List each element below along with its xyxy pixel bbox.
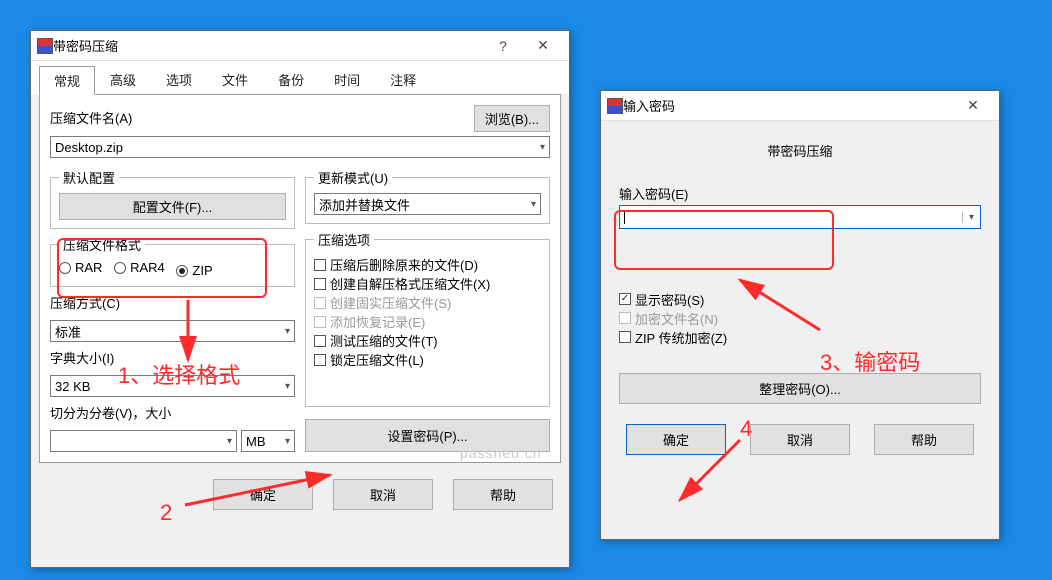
close-button[interactable]: ✕ (523, 32, 563, 60)
opt-test[interactable]: 测试压缩的文件(T) (314, 331, 438, 350)
zip-legacy-check[interactable]: ZIP 传统加密(Z) (619, 328, 727, 347)
dict-select[interactable]: 32 KB▾ (50, 375, 295, 397)
radio-zip[interactable]: ZIP (176, 263, 212, 278)
update-mode-legend: 更新模式(U) (314, 168, 392, 187)
method-label: 压缩方式(C) (50, 293, 295, 312)
compress-options-legend: 压缩选项 (314, 230, 374, 249)
organize-passwords-button[interactable]: 整理密码(O)... (619, 373, 981, 404)
split-unit-select[interactable]: MB▾ (241, 430, 295, 452)
chevron-down-icon: ▾ (531, 199, 536, 210)
profiles-button[interactable]: 配置文件(F)... (59, 193, 286, 220)
browse-button[interactable]: 浏览(B)... (474, 105, 550, 132)
dialog-footer: 确定 取消 帮助 (31, 471, 569, 522)
window-title: 输入密码 (623, 96, 953, 115)
tab-files[interactable]: 文件 (207, 65, 263, 94)
window-title: 带密码压缩 (53, 36, 483, 55)
titlebar: 输入密码 ✕ (601, 91, 999, 121)
opt-delete-after[interactable]: 压缩后删除原来的文件(D) (314, 255, 478, 274)
help-button[interactable]: ? (483, 32, 523, 60)
default-config-group: 默认配置 配置文件(F)... (50, 168, 295, 229)
chevron-down-icon: ▾ (540, 142, 545, 153)
opt-recovery: 添加恢复记录(E) (314, 312, 425, 331)
help-button-footer[interactable]: 帮助 (453, 479, 553, 510)
default-config-legend: 默认配置 (59, 168, 119, 187)
tab-backup[interactable]: 备份 (263, 65, 319, 94)
archive-name-input[interactable]: Desktop.zip ▾ (50, 136, 550, 158)
tab-body: 压缩文件名(A) 浏览(B)... Desktop.zip ▾ 默认配置 配置文… (39, 94, 561, 463)
show-password-check[interactable]: 显示密码(S) (619, 290, 704, 309)
encrypt-names-check: 加密文件名(N) (619, 309, 718, 328)
titlebar: 带密码压缩 ? ✕ (31, 31, 569, 61)
chevron-down-icon[interactable]: ▾ (962, 212, 980, 223)
method-select[interactable]: 标准▾ (50, 320, 295, 342)
tab-time[interactable]: 时间 (319, 65, 375, 94)
cancel-button[interactable]: 取消 (750, 424, 850, 455)
opt-solid: 创建固实压缩文件(S) (314, 293, 451, 312)
radio-rar4[interactable]: RAR4 (114, 260, 165, 275)
chevron-down-icon: ▾ (285, 326, 290, 337)
chevron-down-icon: ▾ (227, 436, 232, 447)
update-mode-group: 更新模式(U) 添加并替换文件▾ (305, 168, 550, 224)
password-input[interactable]: ▾ (619, 205, 981, 229)
chevron-down-icon: ▾ (285, 436, 290, 447)
tab-strip: 常规 高级 选项 文件 备份 时间 注释 (31, 61, 569, 94)
dict-label: 字典大小(I) (50, 348, 295, 367)
opt-lock[interactable]: 锁定压缩文件(L) (314, 350, 424, 369)
tab-general[interactable]: 常规 (39, 66, 95, 95)
tab-options[interactable]: 选项 (151, 65, 207, 94)
ok-button[interactable]: 确定 (626, 424, 726, 455)
dialog-footer: 确定 取消 帮助 (601, 414, 999, 469)
cancel-button[interactable]: 取消 (333, 479, 433, 510)
archive-dialog: 带密码压缩 ? ✕ 常规 高级 选项 文件 备份 时间 注释 压缩文件名(A) … (30, 30, 570, 568)
enter-password-label: 输入密码(E) (619, 184, 981, 203)
split-label: 切分为分卷(V)，大小 (50, 403, 295, 422)
text-caret (624, 210, 625, 224)
dialog-body: 带密码压缩 输入密码(E) ▾ 显示密码(S) 加密文件名(N) ZIP 传统加… (601, 121, 999, 414)
help-button-footer[interactable]: 帮助 (874, 424, 974, 455)
tab-advanced[interactable]: 高级 (95, 65, 151, 94)
app-icon (607, 98, 623, 114)
close-button[interactable]: ✕ (953, 92, 993, 120)
archive-name-label: 压缩文件名(A) (50, 108, 464, 127)
ok-button[interactable]: 确定 (213, 479, 313, 510)
opt-sfx[interactable]: 创建自解压格式压缩文件(X) (314, 274, 490, 293)
compress-options-group: 压缩选项 压缩后删除原来的文件(D) 创建自解压格式压缩文件(X) 创建固实压缩… (305, 230, 550, 407)
archive-name-value: Desktop.zip (55, 140, 123, 155)
password-dialog: 输入密码 ✕ 带密码压缩 输入密码(E) ▾ 显示密码(S) 加密文件名(N) … (600, 90, 1000, 540)
dialog-heading: 带密码压缩 (619, 141, 981, 160)
split-size-input[interactable]: ▾ (50, 430, 237, 452)
tab-comment[interactable]: 注释 (375, 65, 431, 94)
update-mode-select[interactable]: 添加并替换文件▾ (314, 193, 541, 215)
app-icon (37, 38, 53, 54)
radio-rar[interactable]: RAR (59, 260, 102, 275)
set-password-button[interactable]: 设置密码(P)... (305, 419, 550, 452)
chevron-down-icon: ▾ (285, 381, 290, 392)
format-group: 压缩文件格式 RAR RAR4 ZIP (50, 235, 295, 287)
format-legend: 压缩文件格式 (59, 235, 145, 254)
